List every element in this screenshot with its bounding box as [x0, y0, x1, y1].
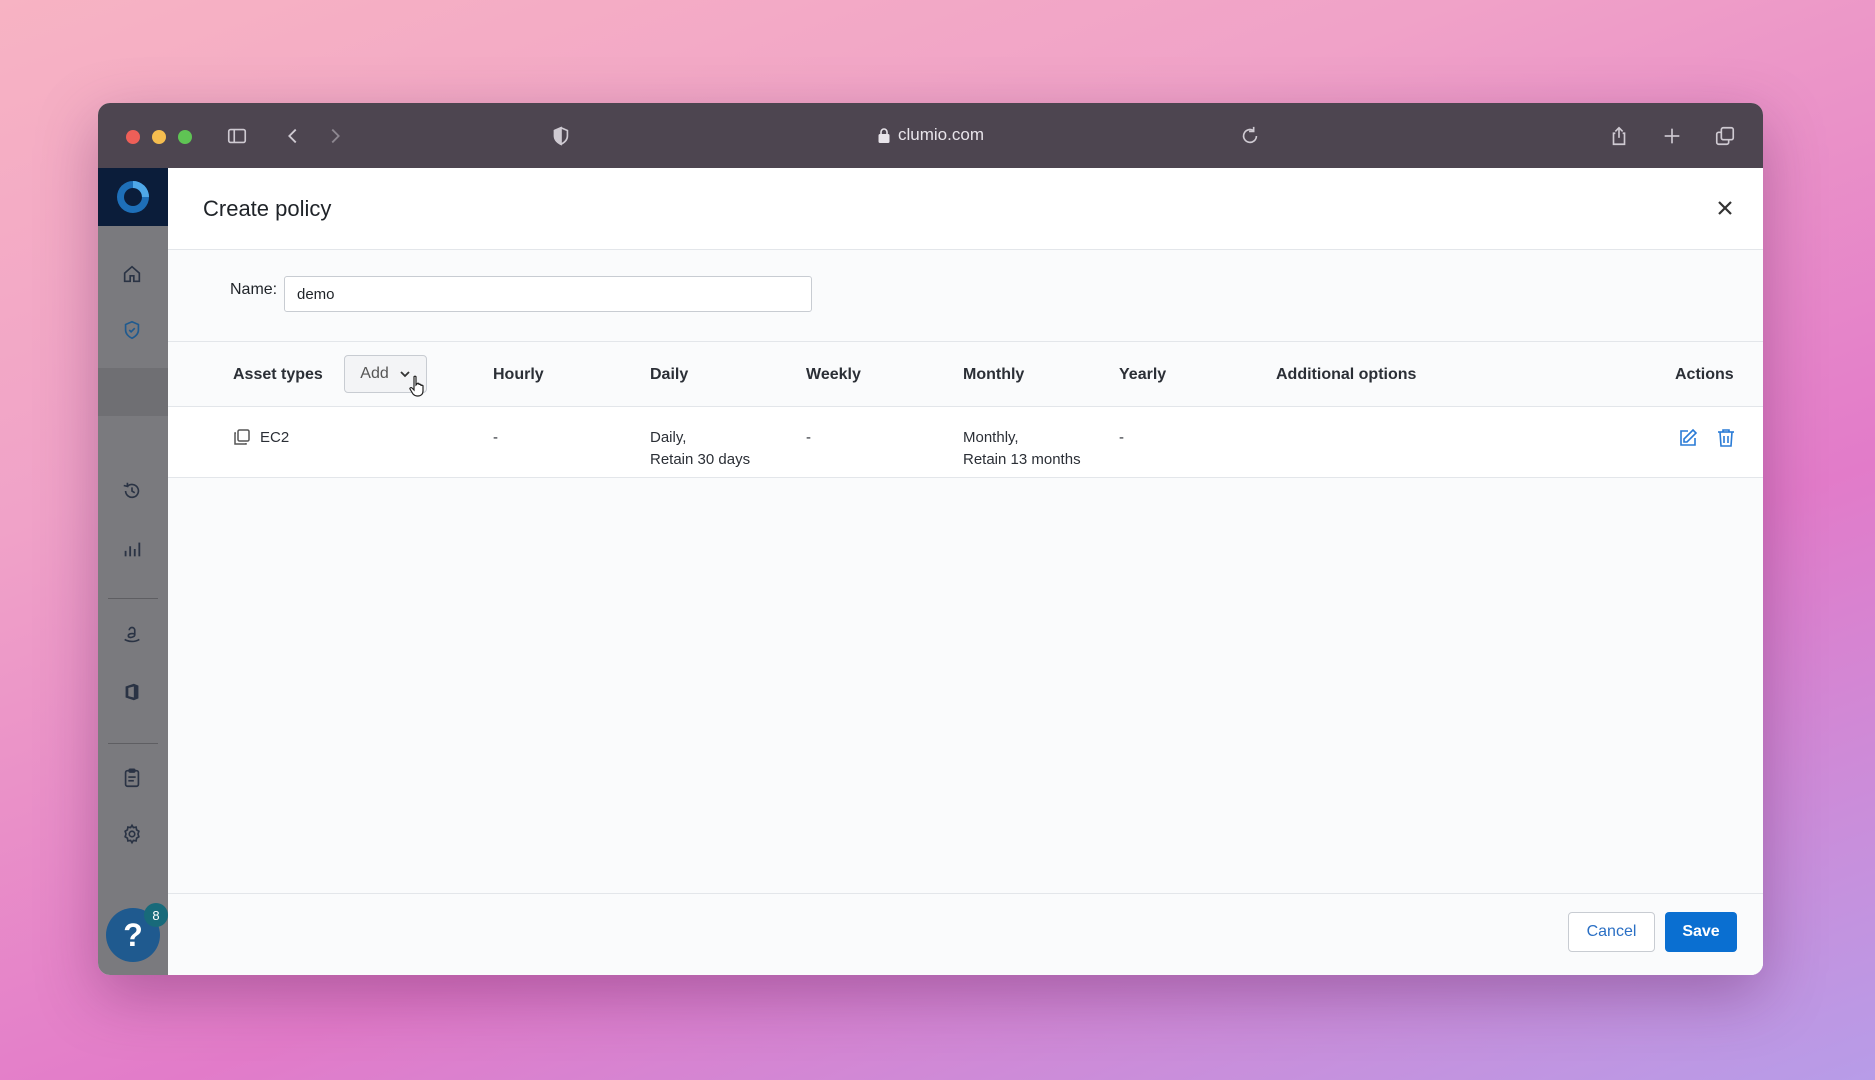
gear-icon[interactable]	[119, 821, 145, 847]
browser-window: clumio.com ? 8 Create policy Name: demo …	[98, 103, 1763, 975]
asset-name: EC2	[260, 429, 290, 446]
column-daily: Daily	[650, 366, 689, 383]
share-icon[interactable]	[1606, 123, 1632, 149]
shield-check-icon[interactable]	[119, 317, 145, 343]
edit-icon[interactable]	[1677, 427, 1699, 449]
lock-icon	[878, 127, 890, 143]
privacy-shield-icon[interactable]	[548, 123, 574, 149]
amazon-icon[interactable]	[119, 620, 145, 646]
window-controls	[126, 130, 192, 144]
home-icon[interactable]	[119, 261, 145, 287]
office-icon[interactable]	[119, 679, 145, 705]
app-sidebar: ? 8	[98, 168, 168, 975]
logo-mark-icon	[117, 181, 149, 213]
table-row: EC2 - Daily, Retain 30 days - Monthly, R…	[168, 407, 1763, 478]
delete-icon[interactable]	[1715, 427, 1737, 449]
copy-instances-icon	[234, 429, 250, 445]
url-text: clumio.com	[898, 125, 984, 144]
create-policy-modal: Create policy Name: Asset types Add Hour…	[168, 168, 1763, 975]
clumio-logo[interactable]	[98, 168, 168, 226]
cancel-button[interactable]: Cancel	[1568, 912, 1655, 952]
column-actions: Actions	[1675, 366, 1734, 383]
policy-name-row: Name:	[168, 250, 1763, 342]
maximize-window-button[interactable]	[178, 130, 192, 144]
new-tab-icon[interactable]	[1659, 123, 1685, 149]
modal-footer: Cancel Save	[168, 893, 1763, 975]
weekly-value: -	[806, 429, 811, 446]
add-label: Add	[360, 365, 389, 382]
tab-overview-icon[interactable]	[1712, 123, 1738, 149]
daily-line-1: Daily,	[650, 429, 687, 446]
monthly-line-1: Monthly,	[963, 429, 1019, 446]
daily-line-2: Retain 30 days	[650, 451, 751, 468]
name-label: Name:	[230, 281, 278, 298]
policy-name-input[interactable]	[284, 276, 812, 312]
yearly-value: -	[1119, 429, 1124, 446]
minimize-window-button[interactable]	[152, 130, 166, 144]
address-bar[interactable]: clumio.com	[877, 119, 984, 151]
help-notification-badge: 8	[144, 903, 168, 927]
forward-icon[interactable]	[322, 123, 348, 149]
sidebar-band	[98, 368, 168, 416]
hourly-value: -	[493, 429, 498, 446]
close-window-button[interactable]	[126, 130, 140, 144]
sidebar-divider	[108, 598, 158, 599]
monthly-value: Monthly, Retain 13 months	[963, 427, 1081, 471]
history-icon[interactable]	[119, 478, 145, 504]
reload-icon[interactable]	[1237, 123, 1263, 149]
close-modal-button[interactable]	[1713, 196, 1737, 220]
sidebar-divider	[108, 743, 158, 744]
clipboard-icon[interactable]	[119, 765, 145, 791]
browser-titlebar: clumio.com	[98, 103, 1763, 168]
save-button[interactable]: Save	[1665, 912, 1737, 952]
daily-value: Daily, Retain 30 days	[650, 427, 750, 471]
column-yearly: Yearly	[1119, 366, 1167, 383]
column-weekly: Weekly	[806, 366, 861, 383]
monthly-line-2: Retain 13 months	[963, 451, 1081, 468]
policy-table-header: Asset types Add Hourly Daily Weekly Mont…	[168, 342, 1763, 407]
close-icon	[1718, 201, 1732, 215]
modal-header: Create policy	[168, 168, 1763, 250]
modal-title: Create policy	[203, 196, 332, 221]
sidebar-toggle-icon[interactable]	[224, 123, 250, 149]
back-icon[interactable]	[280, 123, 306, 149]
bar-chart-icon[interactable]	[119, 536, 145, 562]
column-additional-options: Additional options	[1276, 366, 1417, 383]
column-hourly: Hourly	[493, 366, 544, 383]
hand-cursor-icon	[409, 375, 424, 397]
column-monthly: Monthly	[963, 366, 1025, 383]
column-asset-types: Asset types	[233, 366, 323, 383]
